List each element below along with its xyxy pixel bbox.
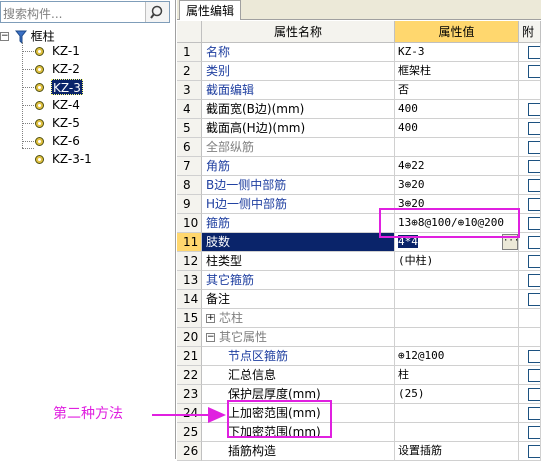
search-input[interactable]: 搜索构件...: [0, 1, 170, 23]
tree-item[interactable]: KZ-5: [52, 115, 80, 131]
table-row[interactable]: 2 类别 框架柱: [177, 62, 541, 81]
collapse-icon[interactable]: −: [0, 32, 9, 41]
checkbox[interactable]: [528, 236, 540, 249]
extra-column-header[interactable]: 附加: [519, 21, 541, 43]
checkbox[interactable]: [528, 141, 540, 154]
gear-icon: [35, 155, 44, 164]
tree-item[interactable]: KZ-6: [52, 133, 80, 149]
table-row[interactable]: 12 柱类型 (中柱): [177, 252, 541, 271]
gear-icon: [35, 137, 44, 146]
search-placeholder: 搜索构件...: [3, 7, 63, 21]
gear-icon: [35, 101, 44, 110]
table-row[interactable]: 4 截面宽(B边)(mm) 400: [177, 100, 541, 119]
checkbox[interactable]: [528, 255, 540, 268]
search-button[interactable]: [145, 2, 169, 22]
gear-icon: [35, 83, 44, 92]
search-icon: [150, 5, 163, 19]
name-column-header[interactable]: 属性名称: [202, 21, 395, 43]
tree-item[interactable]: KZ-2: [52, 61, 80, 77]
tree-item-selected[interactable]: KZ-3: [51, 79, 83, 95]
checkbox[interactable]: [528, 426, 540, 439]
tree-item[interactable]: KZ-4: [52, 97, 80, 113]
row-number-header: [177, 21, 202, 43]
checkbox[interactable]: [528, 407, 540, 420]
checkbox[interactable]: [528, 217, 540, 230]
tab-property-edit[interactable]: 属性编辑: [179, 0, 242, 20]
component-tree-panel: 搜索构件... − 框柱 KZ-1 KZ-2 KZ-3 KZ-4 KZ-5 KZ…: [0, 0, 176, 459]
checkbox[interactable]: [528, 388, 540, 401]
table-row[interactable]: 22 汇总信息 柱: [177, 366, 541, 385]
checkbox[interactable]: [528, 160, 540, 173]
tree-root[interactable]: − 框柱: [0, 28, 55, 44]
checkbox[interactable]: [528, 369, 540, 382]
table-row[interactable]: 1 名称 KZ-3: [177, 43, 541, 62]
table-row[interactable]: 14 备注: [177, 290, 541, 309]
checkbox[interactable]: [528, 46, 540, 59]
expand-icon[interactable]: +: [206, 314, 215, 323]
highlight-box-stirrup: [379, 208, 520, 238]
value-column-header[interactable]: 属性值: [395, 21, 519, 43]
table-row[interactable]: 21 节点区箍筋 ⊕12@100: [177, 347, 541, 366]
gear-icon: [35, 47, 44, 56]
checkbox[interactable]: [528, 274, 540, 287]
checkbox[interactable]: [528, 198, 540, 211]
arrow-icon: [152, 407, 226, 423]
gear-icon: [35, 119, 44, 128]
checkbox[interactable]: [528, 65, 540, 78]
filter-icon: [14, 30, 27, 44]
checkbox[interactable]: [528, 179, 540, 192]
checkbox[interactable]: [528, 122, 540, 135]
collapse-icon[interactable]: −: [206, 333, 215, 342]
table-row[interactable]: 8 B边一侧中部筋 3⊕20: [177, 176, 541, 195]
table-row[interactable]: 7 角筋 4⊕22: [177, 157, 541, 176]
table-row[interactable]: 26 插筋构造 设置插筋: [177, 442, 541, 461]
checkbox[interactable]: [528, 445, 540, 458]
table-row[interactable]: 20 − 其它属性: [177, 328, 541, 347]
tree-item[interactable]: KZ-1: [52, 43, 80, 59]
table-row[interactable]: 13 其它箍筋: [177, 271, 541, 290]
tree-item[interactable]: KZ-3-1: [52, 151, 92, 167]
tab-bar: 属性编辑: [177, 0, 541, 20]
table-row[interactable]: 15 + 芯柱: [177, 309, 541, 328]
tree-root-label: 框柱: [30, 29, 55, 44]
checkbox[interactable]: [528, 350, 540, 363]
table-row[interactable]: 5 截面高(H边)(mm) 400: [177, 119, 541, 138]
gear-icon: [35, 65, 44, 74]
checkbox[interactable]: [528, 103, 540, 116]
highlight-box-densified-range: [227, 400, 332, 438]
table-row[interactable]: 6 全部纵筋: [177, 138, 541, 157]
annotation-label: 第二种方法: [53, 406, 123, 422]
checkbox[interactable]: [528, 293, 540, 306]
table-row[interactable]: 3 截面编辑 否: [177, 81, 541, 100]
